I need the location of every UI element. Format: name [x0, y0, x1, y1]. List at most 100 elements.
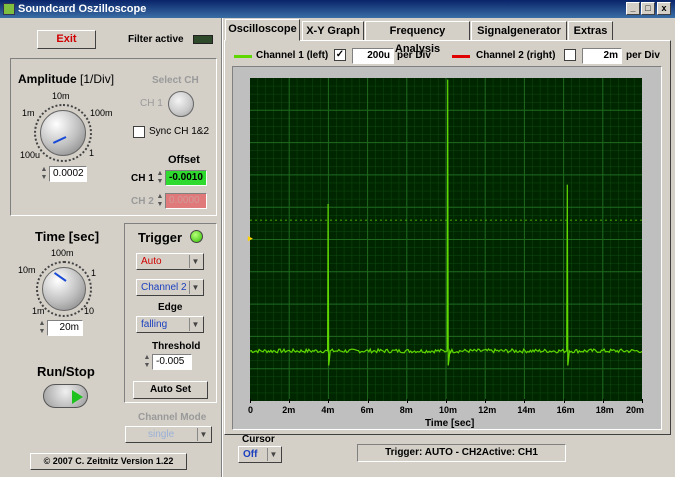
cursor-dropdown[interactable]: Off ▼ — [238, 446, 282, 463]
x-tick-label: 16m — [556, 405, 575, 415]
select-ch-label: CH 1 — [140, 98, 163, 109]
ch2-offset-spinner[interactable]: ▲ ▼ — [156, 193, 164, 209]
trigger-mode-value: Auto — [141, 256, 162, 267]
offset-title: Offset — [168, 154, 200, 166]
x-tick-mark — [485, 399, 487, 403]
tab-frequency-analysis[interactable]: Frequency Analysis — [365, 21, 470, 55]
minimize-button[interactable]: _ — [626, 2, 640, 15]
time-spinner[interactable]: ▲ ▼ — [38, 320, 46, 336]
time-knob-label: 100m — [51, 248, 74, 258]
select-ch-knob[interactable] — [168, 91, 194, 117]
window-title: Soundcard Oszilloscope — [18, 3, 147, 15]
ch1-color-swatch — [234, 55, 252, 58]
amplitude-title: Amplitude [1/Div] — [18, 72, 114, 86]
trigger-led — [190, 230, 203, 243]
filter-active-label: Filter active — [128, 34, 184, 45]
ch2-checkbox[interactable] — [564, 49, 576, 61]
status-bar: Trigger: AUTO - CH2Active: CH1 — [357, 444, 566, 462]
edge-dropdown[interactable]: falling ▼ — [136, 316, 204, 333]
chevron-down-icon: ▼ — [197, 428, 209, 441]
x-tick-mark — [406, 399, 408, 403]
trigger-title: Trigger — [138, 230, 183, 245]
amplitude-knob-pointer — [52, 136, 67, 144]
x-tick-mark — [563, 399, 565, 403]
filter-led — [193, 35, 213, 44]
ch1-offset-spinner[interactable]: ▲ ▼ — [156, 170, 164, 186]
ch1-per-div-field[interactable]: 200u — [352, 48, 394, 64]
x-tick-mark — [367, 399, 369, 403]
tab-oscilloscope[interactable]: Oscilloscope — [225, 19, 300, 41]
channel-mode-dropdown[interactable]: single ▼ — [125, 426, 212, 443]
exit-button[interactable]: Exit — [37, 30, 96, 49]
time-knob[interactable] — [42, 267, 86, 311]
amp-knob-label: 100u — [20, 150, 41, 160]
auto-set-button[interactable]: Auto Set — [133, 381, 208, 399]
chevron-down-icon: ▼ — [189, 318, 201, 331]
cursor-value: Off — [243, 449, 258, 460]
x-tick-mark — [602, 399, 604, 403]
amplitude-spinner[interactable]: ▲ ▼ — [40, 166, 48, 182]
tab-signalgenerator[interactable]: Signalgenerator — [471, 21, 567, 41]
time-knob-label: 10m — [18, 265, 36, 275]
x-tick-label: 14m — [517, 405, 536, 415]
ch2-label: Channel 2 (right) — [476, 50, 556, 61]
chevron-down-icon: ▼ — [189, 281, 201, 294]
per-div-label: per Div — [397, 50, 431, 61]
vertical-divider — [221, 18, 223, 477]
ch1-checkbox[interactable]: ✓ — [334, 49, 346, 61]
x-tick-mark — [446, 399, 447, 403]
sync-checkbox[interactable] — [133, 126, 145, 138]
maximize-button[interactable]: □ — [641, 2, 655, 15]
x-tick-label: 12m — [478, 405, 497, 415]
per-div-label: per Div — [626, 50, 660, 61]
time-value-field[interactable]: 20m — [47, 320, 83, 336]
threshold-label: Threshold — [152, 341, 201, 352]
x-tick-mark — [642, 399, 643, 403]
trigger-mode-dropdown[interactable]: Auto ▼ — [136, 253, 204, 270]
tab-extras[interactable]: Extras — [568, 21, 613, 41]
x-tick-label: 18m — [595, 405, 614, 415]
time-knob-label: 1 — [91, 268, 97, 278]
oscilloscope-plot[interactable] — [250, 78, 642, 401]
channel-mode-value: single — [148, 429, 175, 440]
run-stop-button[interactable] — [43, 384, 88, 408]
ch1-offset-label: CH 1 — [131, 173, 154, 184]
run-stop-title: Run/Stop — [37, 364, 95, 379]
x-tick-label: 6m — [360, 405, 374, 415]
ch2-color-swatch — [452, 55, 470, 58]
amplitude-knob[interactable] — [40, 110, 86, 156]
select-ch-title: Select CH — [152, 75, 199, 86]
sync-label: Sync CH 1&2 — [149, 126, 210, 137]
chevron-down-icon: ▼ — [189, 255, 201, 268]
x-tick-mark — [250, 399, 251, 403]
ch2-offset-field[interactable]: 0.0000 — [165, 193, 207, 209]
x-tick-label: 4m — [321, 405, 335, 415]
cursor-label: Cursor — [242, 434, 275, 445]
tab-xy-graph[interactable]: X-Y Graph — [302, 21, 364, 41]
x-tick-label: 10m — [439, 405, 458, 415]
ch1-offset-field[interactable]: -0.0010 — [165, 170, 207, 186]
threshold-field[interactable]: -0.005 — [152, 354, 192, 370]
ch1-label: Channel 1 (left) — [256, 50, 329, 61]
trigger-source-value: Channel 2 — [141, 282, 187, 293]
x-tick-label: 20m — [626, 405, 645, 415]
threshold-spinner[interactable]: ▲ ▼ — [143, 354, 151, 370]
time-knob-label: 10 — [84, 306, 95, 316]
x-tick-label: 8m — [399, 405, 413, 415]
amp-knob-label: 1 — [89, 148, 95, 158]
trigger-panel — [124, 223, 217, 403]
time-knob-pointer — [53, 272, 67, 282]
trigger-source-dropdown[interactable]: Channel 2 ▼ — [136, 279, 204, 296]
amplitude-unit: [1/Div] — [80, 72, 115, 86]
trigger-marker-icon[interactable]: ▸ — [248, 233, 253, 244]
ch2-per-div-field[interactable]: 2m — [582, 48, 622, 64]
x-axis-ticks: 0 2m 4m 6m 8m 10m 12m 14m 16m 18m 20m — [248, 399, 645, 417]
edge-value: falling — [141, 319, 168, 330]
amplitude-value-field[interactable]: 0.0002 — [49, 166, 87, 182]
chevron-down-icon: ▼ — [267, 448, 279, 461]
title-bar: Soundcard Oszilloscope — [0, 0, 675, 18]
edge-label: Edge — [158, 302, 183, 313]
close-button[interactable]: x — [657, 2, 671, 15]
amp-knob-label: 1m — [22, 108, 35, 118]
amp-knob-label: 10m — [52, 91, 70, 101]
